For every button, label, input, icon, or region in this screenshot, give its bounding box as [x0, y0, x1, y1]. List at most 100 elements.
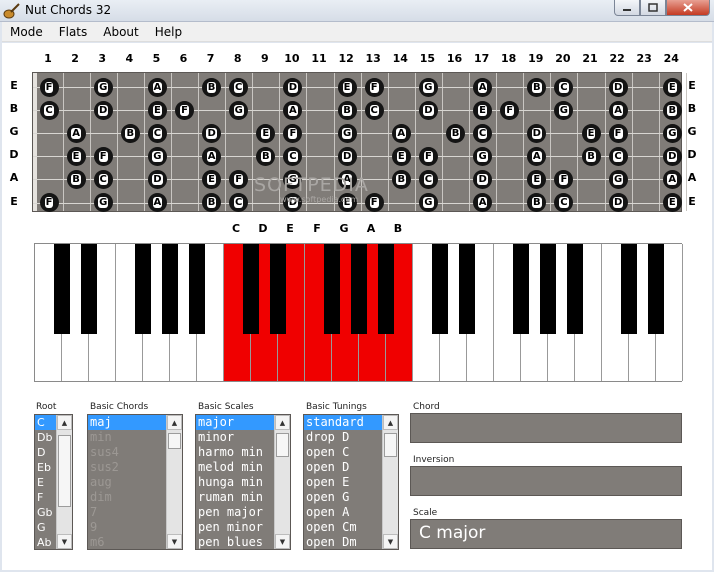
root-scrollbar[interactable]: ▲ ▼: [56, 415, 72, 549]
fret-note-dot[interactable]: G: [147, 146, 167, 166]
fret-note-dot[interactable]: D: [662, 146, 682, 166]
fret-note-dot[interactable]: C: [473, 123, 493, 143]
black-key[interactable]: [513, 244, 529, 334]
black-key[interactable]: [243, 244, 259, 334]
fret-note-dot[interactable]: G: [554, 100, 574, 120]
scales-scrollbar[interactable]: ▲ ▼: [274, 415, 290, 549]
black-key[interactable]: [162, 244, 178, 334]
fret-note-dot[interactable]: F: [283, 123, 303, 143]
black-key[interactable]: [81, 244, 97, 334]
fret-note-dot[interactable]: D: [283, 77, 303, 97]
fret-note-dot[interactable]: G: [337, 123, 357, 143]
fret-note-dot[interactable]: B: [256, 146, 276, 166]
fret-note-dot[interactable]: E: [256, 123, 276, 143]
scroll-down-icon[interactable]: ▼: [57, 534, 72, 549]
fret-note-dot[interactable]: B: [662, 100, 682, 120]
fret-note-dot[interactable]: G: [418, 193, 438, 212]
scroll-thumb[interactable]: [58, 435, 71, 507]
black-key[interactable]: [270, 244, 286, 334]
black-key[interactable]: [189, 244, 205, 334]
scroll-thumb[interactable]: [168, 433, 181, 449]
fret-note-dot[interactable]: G: [93, 77, 113, 97]
fret-note-dot[interactable]: F: [364, 77, 384, 97]
fret-note-dot[interactable]: D: [473, 169, 493, 189]
fret-note-dot[interactable]: A: [202, 146, 222, 166]
fret-note-dot[interactable]: E: [391, 146, 411, 166]
fret-note-dot[interactable]: D: [527, 123, 547, 143]
fret-note-dot[interactable]: C: [229, 193, 249, 212]
basic-scales-list[interactable]: major minor harmo min melod min hunga min rum…: [195, 414, 291, 550]
close-button[interactable]: [666, 0, 710, 16]
fret-note-dot[interactable]: A: [473, 193, 493, 212]
fret-note-dot[interactable]: B: [202, 193, 222, 212]
fret-note-dot[interactable]: C: [608, 146, 628, 166]
black-key[interactable]: [540, 244, 556, 334]
fret-note-dot[interactable]: C: [554, 77, 574, 97]
fret-note-dot[interactable]: C: [39, 100, 59, 120]
fret-note-dot[interactable]: D: [418, 100, 438, 120]
fret-note-dot[interactable]: G: [608, 169, 628, 189]
black-key[interactable]: [648, 244, 664, 334]
root-list[interactable]: C Db D Eb E F Gb G Ab ▲ ▼: [34, 414, 73, 550]
black-key[interactable]: [432, 244, 448, 334]
tunings-scrollbar[interactable]: ▲ ▼: [382, 415, 398, 549]
fret-note-dot[interactable]: B: [446, 123, 465, 143]
fret-note-dot[interactable]: E: [66, 146, 86, 166]
fret-note-dot[interactable]: A: [527, 146, 547, 166]
fret-note-dot[interactable]: B: [120, 123, 140, 143]
fret-note-dot[interactable]: C: [93, 169, 113, 189]
fret-note-dot[interactable]: B: [391, 169, 411, 189]
fret-note-dot[interactable]: G: [93, 193, 113, 212]
piano-keyboard[interactable]: [34, 243, 683, 382]
fret-note-dot[interactable]: G: [662, 123, 682, 143]
black-key[interactable]: [54, 244, 70, 334]
black-key[interactable]: [459, 244, 475, 334]
black-key[interactable]: [621, 244, 637, 334]
fret-note-dot[interactable]: G: [229, 100, 249, 120]
fret-note-dot[interactable]: C: [229, 77, 249, 97]
fret-note-dot[interactable]: E: [527, 169, 547, 189]
menu-flats[interactable]: Flats: [51, 22, 96, 42]
fret-note-dot[interactable]: G: [418, 77, 438, 97]
fret-note-dot[interactable]: D: [608, 77, 628, 97]
fret-note-dot[interactable]: F: [175, 100, 194, 120]
fret-note-dot[interactable]: F: [229, 169, 249, 189]
chords-scrollbar[interactable]: ▲ ▼: [166, 415, 182, 549]
fret-note-dot[interactable]: B: [337, 100, 357, 120]
scroll-up-icon[interactable]: ▲: [383, 415, 398, 430]
black-key[interactable]: [351, 244, 367, 334]
menu-mode[interactable]: Mode: [2, 22, 51, 42]
black-key[interactable]: [324, 244, 340, 334]
fret-note-dot[interactable]: F: [418, 146, 438, 166]
fret-note-dot[interactable]: B: [66, 169, 86, 189]
fret-note-dot[interactable]: E: [202, 169, 222, 189]
fret-note-dot[interactable]: F: [39, 77, 59, 97]
basic-tunings-list[interactable]: standard drop Dopen Copen Dopen Eopen Gop…: [303, 414, 399, 550]
fret-note-dot[interactable]: A: [66, 123, 86, 143]
scroll-up-icon[interactable]: ▲: [57, 415, 72, 430]
fret-note-dot[interactable]: F: [39, 193, 59, 212]
scroll-up-icon[interactable]: ▲: [275, 415, 290, 430]
fret-note-dot[interactable]: C: [364, 100, 384, 120]
fret-note-dot[interactable]: D: [93, 100, 113, 120]
fret-note-dot[interactable]: B: [527, 77, 547, 97]
fret-note-dot[interactable]: A: [147, 77, 167, 97]
fret-note-dot[interactable]: C: [554, 193, 574, 212]
fret-note-dot[interactable]: B: [202, 77, 222, 97]
fret-note-dot[interactable]: A: [283, 100, 303, 120]
fret-note-dot[interactable]: G: [473, 146, 493, 166]
black-key[interactable]: [567, 244, 583, 334]
fret-note-dot[interactable]: D: [147, 169, 167, 189]
scroll-thumb[interactable]: [384, 433, 397, 457]
fret-note-dot[interactable]: A: [147, 193, 167, 212]
scroll-down-icon[interactable]: ▼: [167, 534, 182, 549]
fret-note-dot[interactable]: A: [662, 169, 682, 189]
fret-note-dot[interactable]: F: [93, 146, 113, 166]
fret-note-dot[interactable]: C: [147, 123, 167, 143]
fret-note-dot[interactable]: F: [500, 100, 520, 120]
minimize-button[interactable]: [614, 0, 640, 16]
menu-about[interactable]: About: [95, 22, 146, 42]
fret-note-dot[interactable]: C: [418, 169, 438, 189]
black-key[interactable]: [378, 244, 394, 334]
fret-note-dot[interactable]: C: [283, 146, 303, 166]
